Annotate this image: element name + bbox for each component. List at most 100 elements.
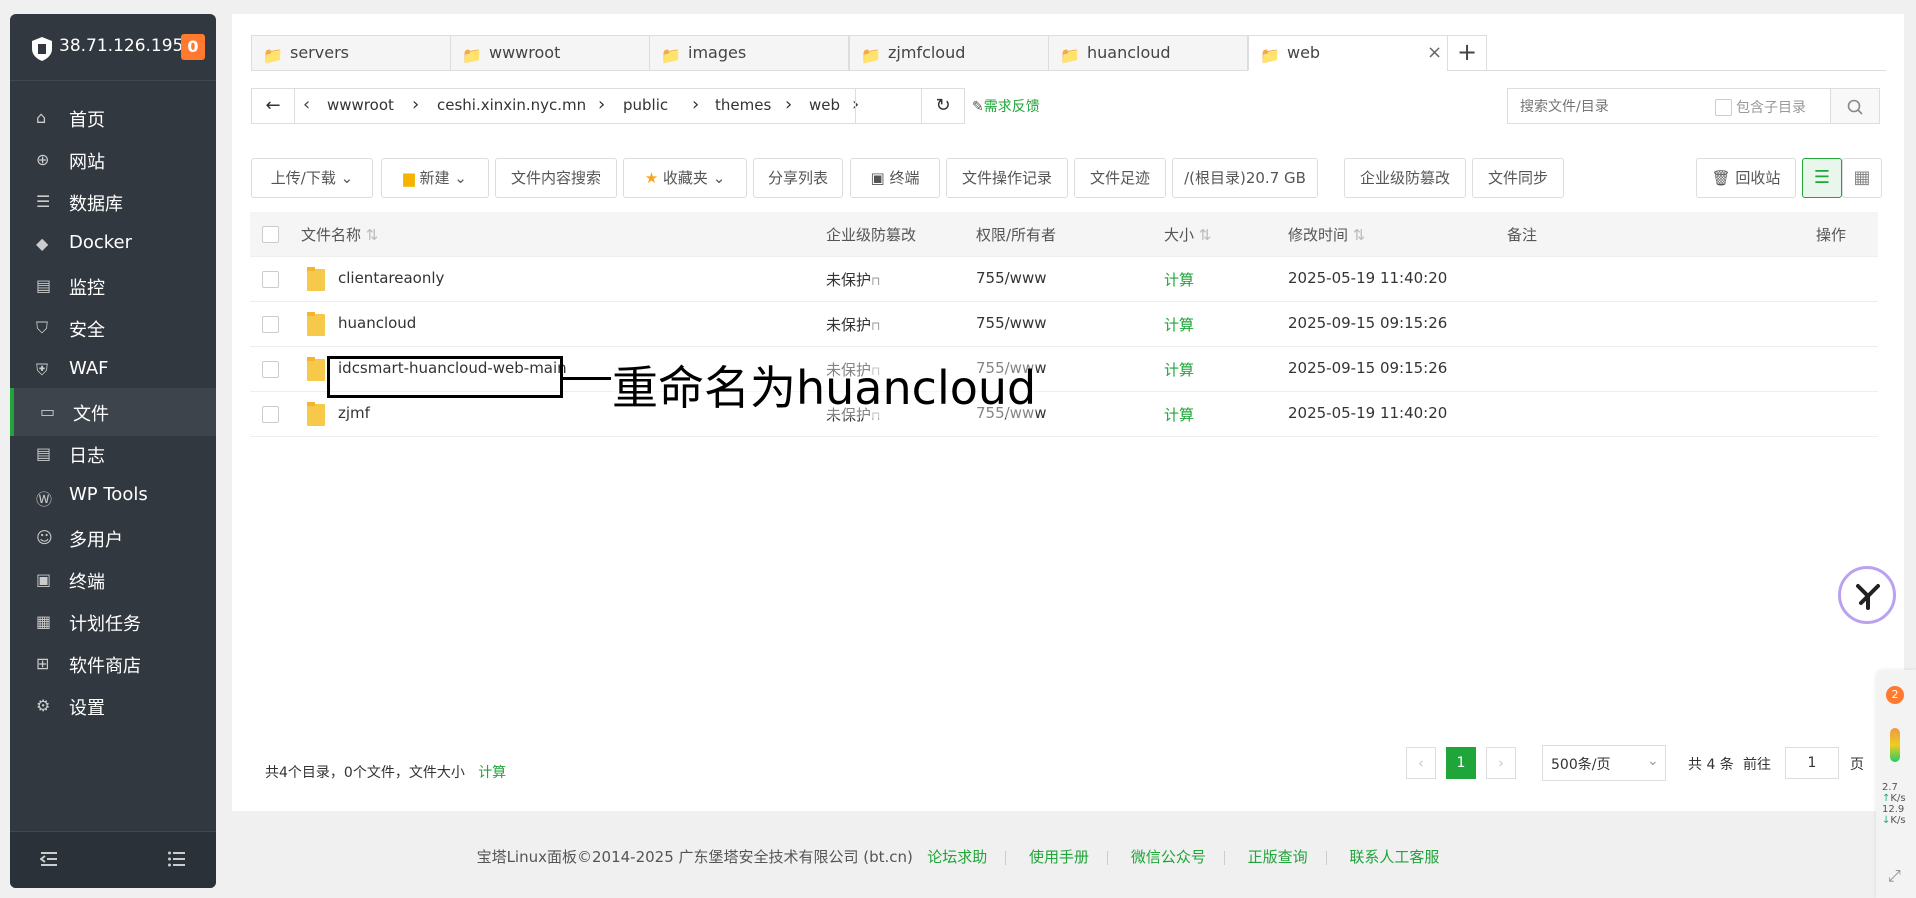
next-page-button[interactable]: ›: [1486, 747, 1516, 779]
include-subdir-checkbox[interactable]: [1715, 99, 1732, 116]
tab-zjmfcloud[interactable]: 📁 zjmfcloud: [849, 35, 1049, 71]
breadcrumb-item[interactable]: wwwroot: [327, 96, 394, 114]
permission[interactable]: 755/www: [976, 314, 1047, 332]
calc-size-link[interactable]: 计算: [1164, 269, 1194, 290]
terminal-button[interactable]: ▣ 终端: [850, 158, 940, 198]
sidebar-item[interactable]: Ⓦ WP Tools: [10, 472, 216, 520]
new-button[interactable]: ▆ 新建 ⌄: [381, 158, 489, 198]
col-label: 修改时间: [1288, 226, 1349, 244]
chevron-right-icon: ›: [412, 94, 420, 115]
arrow-left-icon: ←: [265, 95, 281, 116]
refresh-button[interactable]: ↻: [921, 88, 965, 124]
row-checkbox[interactable]: [262, 271, 279, 288]
contact-support-link[interactable]: 联系人工客服: [1349, 848, 1439, 866]
upload-download-button[interactable]: 上传/下载 ⌄: [251, 158, 373, 198]
sidebar-item[interactable]: ☰ 数据库: [10, 178, 216, 226]
tamper-status[interactable]: 未保护⊓: [826, 269, 880, 290]
sidebar-item[interactable]: ⚙ 设置: [10, 682, 216, 730]
feedback-link[interactable]: ✎需求反馈: [972, 96, 1040, 116]
sidebar-item[interactable]: ⊞ 软件商店: [10, 640, 216, 688]
tab-images[interactable]: 📁 images: [649, 35, 849, 71]
folder-icon: [307, 402, 325, 426]
notification-badge[interactable]: 0: [181, 34, 205, 60]
sidebar-item[interactable]: ◆ Docker: [10, 220, 216, 268]
share-list-button[interactable]: 分享列表: [753, 158, 843, 198]
tab-huancloud[interactable]: 📁 huancloud: [1048, 35, 1248, 71]
table-row[interactable]: clientareaonly 未保护⊓ 755/www 计算 2025-05-19 11…: [250, 257, 1878, 302]
license-check-link[interactable]: 正版查询: [1248, 848, 1308, 866]
sidebar-item[interactable]: ⊕ 网站: [10, 136, 216, 184]
forum-link[interactable]: 论坛求助: [927, 848, 987, 866]
file-name[interactable]: huancloud: [338, 314, 416, 332]
chevron-down-icon: ⌄: [1647, 753, 1659, 769]
calc-size-link[interactable]: 计算: [1164, 359, 1194, 380]
sidebar-item[interactable]: ▦ 计划任务: [10, 598, 216, 646]
search-button[interactable]: [1830, 88, 1880, 124]
table-row[interactable]: zjmf 未保护⊓ 755/www 计算 2025-05-19 11:40:20: [250, 392, 1878, 437]
chevron-down-icon: ⌄: [340, 169, 354, 187]
col-name[interactable]: 文件名称 ⇅: [301, 224, 378, 245]
file-name[interactable]: clientareaonly: [338, 269, 444, 287]
expand-icon[interactable]: ⤢: [1888, 866, 1901, 886]
table-row[interactable]: huancloud 未保护⊓ 755/www 计算 2025-09-15 09:15:2…: [250, 302, 1878, 347]
select-all-checkbox[interactable]: [262, 226, 279, 243]
recycle-bin-button[interactable]: 🗑 回收站: [1696, 158, 1796, 198]
sidebar-item-label: Docker: [69, 232, 133, 253]
tamper-protect-button[interactable]: 企业级防篡改: [1344, 158, 1466, 198]
sidebar-item[interactable]: ⛉ 安全: [10, 304, 216, 352]
annotation-text: 重命名为huancloud: [612, 352, 1037, 418]
file-name[interactable]: zjmf: [338, 404, 370, 422]
page-number[interactable]: 1: [1446, 747, 1476, 779]
footprint-button[interactable]: 文件足迹: [1074, 158, 1166, 198]
divider: [1325, 850, 1327, 865]
breadcrumb[interactable]: ‹ wwwroot › ceshi.xinxin.nyc.mn › public…: [294, 88, 922, 124]
sidebar-item[interactable]: ⌂ 首页: [10, 94, 216, 142]
row-checkbox[interactable]: [262, 406, 279, 423]
wechat-link[interactable]: 微信公众号: [1131, 848, 1206, 866]
tab-servers[interactable]: 📁 servers: [251, 35, 451, 71]
file-sync-button[interactable]: 文件同步: [1472, 158, 1564, 198]
row-checkbox[interactable]: [262, 361, 279, 378]
breadcrumb-item[interactable]: ceshi.xinxin.nyc.mn: [437, 96, 586, 114]
tamper-status[interactable]: 未保护⊓: [826, 314, 880, 335]
prev-page-button[interactable]: ‹: [1406, 747, 1436, 779]
tab-wwwroot[interactable]: 📁 wwwroot: [450, 35, 650, 71]
breadcrumb-item[interactable]: public: [623, 96, 668, 114]
breadcrumb-item[interactable]: web: [809, 96, 840, 114]
sidebar-item[interactable]: ▭ 文件: [10, 388, 216, 436]
grid-view-button[interactable]: ▦: [1842, 158, 1882, 198]
disk-usage-button[interactable]: /(根目录)20.7 GB: [1172, 158, 1318, 198]
calc-size-link[interactable]: 计算: [1164, 404, 1194, 425]
content-search-button[interactable]: 文件内容搜索: [495, 158, 617, 198]
server-ip[interactable]: 38.71.126.195: [59, 36, 183, 56]
close-tab-icon[interactable]: ×: [1427, 42, 1442, 63]
sidebar-item[interactable]: ▤ 日志: [10, 430, 216, 478]
calc-size-link[interactable]: 计算: [478, 765, 506, 781]
sidebar-item[interactable]: ☺ 多用户: [10, 514, 216, 562]
search-input[interactable]: [1518, 95, 1702, 119]
assistant-bot-button[interactable]: [1838, 566, 1896, 624]
manual-link[interactable]: 使用手册: [1029, 848, 1089, 866]
calc-size-link[interactable]: 计算: [1164, 314, 1194, 335]
sidebar-item[interactable]: ▣ 终端: [10, 556, 216, 604]
chevron-left-icon[interactable]: ‹: [303, 94, 310, 115]
row-checkbox[interactable]: [262, 316, 279, 333]
list-view-button[interactable]: ☰: [1802, 158, 1842, 198]
favorites-button[interactable]: ★ 收藏夹 ⌄: [623, 158, 747, 198]
goto-page-input[interactable]: 1: [1785, 747, 1839, 779]
sidebar-item-label: 软件商店: [69, 656, 141, 677]
breadcrumb-item[interactable]: themes: [715, 96, 771, 114]
back-button[interactable]: ←: [251, 88, 295, 124]
users-icon: ☺: [36, 528, 53, 547]
col-size[interactable]: 大小 ⇅: [1164, 224, 1211, 245]
tab-label: wwwroot: [489, 43, 561, 62]
bot-icon: [1856, 584, 1880, 610]
tab-web[interactable]: 📁 web ×: [1248, 35, 1448, 71]
permission[interactable]: 755/www: [976, 269, 1047, 287]
per-page-select[interactable]: 500条/页 ⌄: [1542, 745, 1666, 781]
sidebar-item[interactable]: ▤ 监控: [10, 262, 216, 310]
operation-log-button[interactable]: 文件操作记录: [946, 158, 1068, 198]
add-tab-button[interactable]: +: [1447, 35, 1487, 71]
sidebar-item[interactable]: ⛨ WAF: [10, 346, 216, 394]
col-mtime[interactable]: 修改时间 ⇅: [1288, 224, 1365, 245]
